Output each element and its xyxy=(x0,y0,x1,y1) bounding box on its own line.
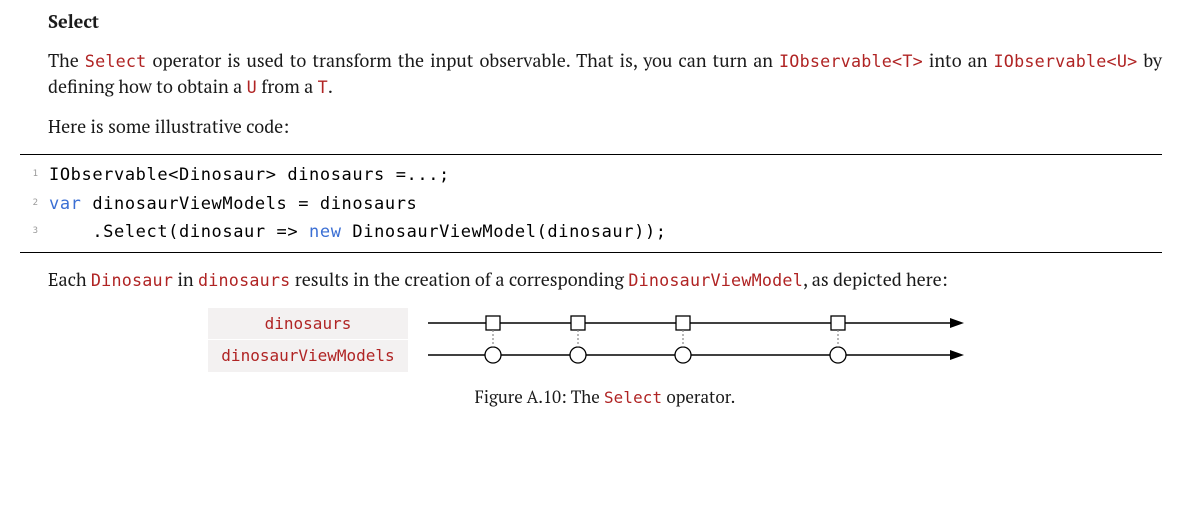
code-token: dinosaurViewModels = dinosaurs xyxy=(82,194,418,214)
text: . xyxy=(328,75,333,99)
keyword-token: new xyxy=(309,222,342,242)
marble-track-svg xyxy=(408,339,968,371)
code-dinosaurs: dinosaurs xyxy=(198,270,290,290)
code-t: T xyxy=(318,77,328,97)
marble-square-icon xyxy=(486,316,500,330)
marble-track xyxy=(408,307,1058,339)
code-table: 1IObservable<Dinosaur> dinosaurs =...;2v… xyxy=(20,161,668,246)
code-line: 3 .Select(dinosaur => new DinosaurViewMo… xyxy=(20,218,668,246)
code-cell: IObservable<Dinosaur> dinosaurs =...; xyxy=(48,161,668,189)
code-select-caption: Select xyxy=(604,388,662,407)
paragraph-result: Each Dinosaur in dinosaurs results in th… xyxy=(48,267,1162,293)
code-cell: .Select(dinosaur => new DinosaurViewMode… xyxy=(48,218,668,246)
marble-circle-icon xyxy=(830,347,846,363)
code-line: 2var dinosaurViewModels = dinosaurs xyxy=(20,190,668,218)
marble-circle-icon xyxy=(675,347,691,363)
marble-rows: dinosaursdinosaurViewModels xyxy=(208,307,1058,371)
marble-square-icon xyxy=(571,316,585,330)
text: from a xyxy=(257,75,318,99)
section-heading: Select xyxy=(48,10,1162,34)
marble-track xyxy=(408,339,1058,371)
code-dinosaur-viewmodel: DinosaurViewModel xyxy=(628,270,803,290)
line-number: 2 xyxy=(20,190,48,218)
text: Each xyxy=(48,268,91,292)
marble-diagram: dinosaursdinosaurViewModels xyxy=(208,307,1058,371)
marble-row: dinosaurs xyxy=(208,307,1058,339)
marble-track-svg xyxy=(408,307,968,339)
page: Select The Select operator is used to tr… xyxy=(0,0,1200,408)
paragraph-intro: The Select operator is used to transform… xyxy=(48,48,1162,100)
code-token: DinosaurViewModel(dinosaur)); xyxy=(342,222,667,242)
code-token: .Select(dinosaur => xyxy=(49,222,309,242)
marble-row: dinosaurViewModels xyxy=(208,339,1058,371)
code-token: IObservable<Dinosaur> dinosaurs =...; xyxy=(49,165,450,185)
text: Figure A.10: The xyxy=(475,385,604,408)
marble-row-label: dinosaurs xyxy=(208,307,408,340)
text: into an xyxy=(923,49,994,73)
text: in xyxy=(173,268,198,292)
marble-circle-icon xyxy=(570,347,586,363)
code-select: Select xyxy=(85,51,147,71)
text: operator is used to transform the input … xyxy=(146,49,779,73)
code-dinosaur: Dinosaur xyxy=(91,270,173,290)
marble-square-icon xyxy=(831,316,845,330)
figure-caption: Figure A.10: The Select operator. xyxy=(48,385,1162,408)
code-listing: 1IObservable<Dinosaur> dinosaurs =...;2v… xyxy=(20,154,1162,253)
code-iobservable-t: IObservable<T> xyxy=(779,51,923,71)
code-cell: var dinosaurViewModels = dinosaurs xyxy=(48,190,668,218)
text: , as depicted here: xyxy=(803,268,948,292)
text: The xyxy=(48,49,85,73)
text: results in the creation of a correspondi… xyxy=(290,268,628,292)
line-number: 3 xyxy=(20,218,48,246)
arrowhead-icon xyxy=(950,318,964,328)
code-line: 1IObservable<Dinosaur> dinosaurs =...; xyxy=(20,161,668,189)
text: operator. xyxy=(662,385,735,408)
rule-bottom xyxy=(20,252,1162,253)
marble-row-label: dinosaurViewModels xyxy=(208,339,408,372)
line-number: 1 xyxy=(20,161,48,189)
code-u: U xyxy=(247,77,257,97)
content-column: Select The Select operator is used to tr… xyxy=(48,10,1162,408)
rule-top xyxy=(20,154,1162,155)
marble-square-icon xyxy=(676,316,690,330)
arrowhead-icon xyxy=(950,350,964,360)
keyword-token: var xyxy=(49,194,82,214)
marble-circle-icon xyxy=(485,347,501,363)
code-iobservable-u: IObservable<U> xyxy=(994,51,1138,71)
paragraph-lead-in: Here is some illustrative code: xyxy=(48,114,1162,140)
